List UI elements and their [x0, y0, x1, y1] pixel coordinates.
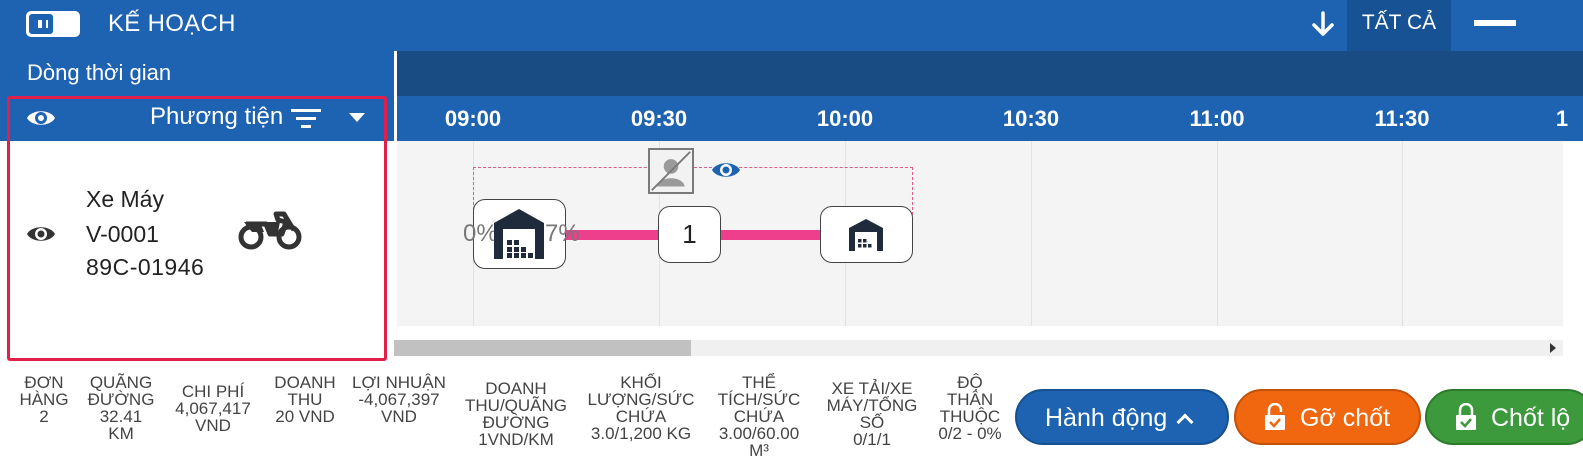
end-load-percent: 7%: [545, 220, 580, 247]
lock-button-label: Chốt lộ: [1491, 404, 1571, 432]
scroll-right-arrow-icon[interactable]: [1550, 343, 1556, 353]
driver-avatar[interactable]: [648, 148, 694, 194]
warehouse-icon: [849, 219, 883, 251]
stop-node[interactable]: 1: [658, 206, 721, 263]
panel-divider[interactable]: [394, 51, 397, 326]
top-bar: [0, 0, 1583, 51]
time-tick: 11:00: [1189, 106, 1245, 131]
lock-icon: [1456, 403, 1476, 430]
top-bar-edge: [1563, 0, 1583, 51]
scrollbar-thumb[interactable]: [394, 340, 691, 356]
time-tick: 10:30: [1002, 106, 1060, 131]
stat-vehicle-count: XE TẢI/XE MÁY/TỔNG SỐ 0/1/1: [826, 379, 918, 449]
action-button-label: Hành động: [1045, 404, 1168, 432]
time-tick: 09:00: [444, 106, 502, 131]
warehouse-icon: [494, 209, 544, 259]
time-tick: 09:30: [630, 106, 688, 131]
stat-profit: LỢI NHUẬN -4,067,397 VND: [352, 373, 446, 426]
stat-distance: QUÃNG ĐƯỜNG 32.41 KM: [87, 373, 155, 443]
time-tick: 10:00: [816, 106, 874, 131]
unlock-icon: [1265, 403, 1285, 430]
grid-line: [1217, 141, 1218, 326]
stat-revenue-per-distance: DOANH THU/QUÃNG ĐƯỜNG 1VND/KM: [465, 379, 567, 449]
time-tick: 11:30: [1374, 106, 1430, 131]
grid-line: [1031, 141, 1032, 326]
stat-volume-capacity: THỂ TÍCH/SỨC CHỨA 3.00/60.00 M³: [717, 373, 801, 460]
stat-orders: ĐƠN HÀNG 2: [19, 373, 69, 426]
toggle-icon[interactable]: [26, 11, 80, 37]
stat-weight-capacity: KHỐI LƯỢNG/SỨC CHỨA 3.0/1,200 KG: [587, 373, 695, 443]
lock-route-button[interactable]: Chốt lộ: [1425, 389, 1583, 445]
action-menu-button[interactable]: Hành động: [1015, 389, 1229, 445]
stat-familiarity: ĐỘ THÂN THUỘC 0/2 - 0%: [938, 373, 1002, 443]
stat-revenue: DOANH THU 20 VND: [274, 373, 336, 426]
page-title: KẾ HOẠCH: [108, 10, 236, 37]
start-load-percent: 0%: [463, 220, 498, 247]
timeline-section-bar-right: [397, 51, 1583, 96]
time-tick: 1: [1555, 106, 1569, 131]
collapse-icon[interactable]: [1474, 20, 1516, 26]
timeline-footer-gap: [394, 326, 1563, 340]
unlock-button[interactable]: Gỡ chốt: [1234, 389, 1421, 445]
grid-line: [1402, 141, 1403, 326]
down-arrow-icon[interactable]: [1308, 8, 1338, 40]
chevron-up-icon: [1176, 413, 1194, 431]
filter-all-button[interactable]: TẤT CẢ: [1347, 0, 1451, 51]
unlock-button-label: Gỡ chốt: [1300, 404, 1391, 432]
timeline-section-label: Dòng thời gian: [27, 60, 172, 85]
stat-cost: CHI PHÍ 4,067,417 VND: [175, 382, 251, 435]
timeline-edge: [1563, 51, 1583, 96]
highlight-box: [7, 96, 387, 361]
eye-icon[interactable]: [711, 160, 741, 180]
